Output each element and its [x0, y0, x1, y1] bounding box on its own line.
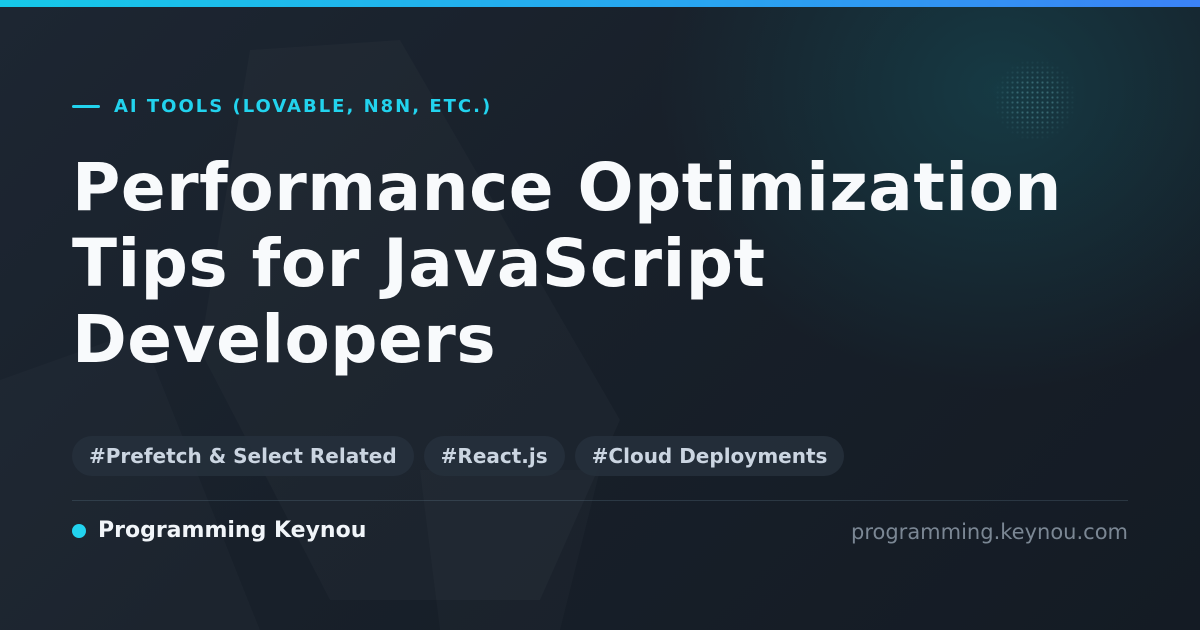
title-line-3: Developers — [72, 301, 497, 378]
tag-prefetch[interactable]: #Prefetch & Select Related — [72, 436, 414, 476]
title-line-2: Tips for JavaScript — [72, 225, 766, 302]
title-line-1: Performance Optimization — [72, 149, 1062, 226]
footer-divider — [72, 500, 1128, 501]
tag-cloud-deployments[interactable]: #Cloud Deployments — [574, 436, 845, 476]
brand-dot-icon — [72, 523, 86, 538]
accent-dash — [72, 105, 100, 108]
category-label: AI TOOLS (LOVABLE, N8N, ETC.) — [114, 96, 493, 117]
brand: Programming Keynou — [72, 518, 366, 543]
accent-top-bar — [0, 0, 1200, 7]
tag-react[interactable]: #React.js — [423, 436, 565, 476]
page-title: Performance Optimization Tips for JavaScr… — [72, 150, 1132, 378]
site-url: programming.keynou.com — [851, 520, 1128, 544]
category-eyebrow: AI TOOLS (LOVABLE, N8N, ETC.) — [72, 96, 492, 117]
dot-pattern — [990, 60, 1080, 140]
tag-list: #Prefetch & Select Related #React.js #Cl… — [72, 436, 845, 476]
brand-name: Programming Keynou — [98, 518, 367, 543]
